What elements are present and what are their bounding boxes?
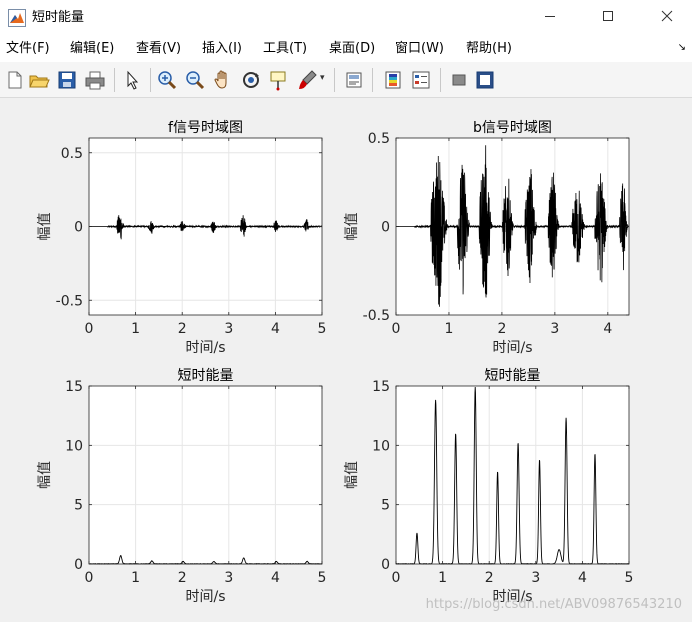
pointer-icon[interactable] (122, 69, 144, 91)
x-tick-label: 1 (131, 321, 140, 337)
x-axis-label: 时间/s (185, 340, 225, 356)
axes-title: f信号时域图 (168, 120, 243, 136)
y-axis-label: 幅值 (344, 213, 360, 241)
x-tick-label: 2 (178, 570, 187, 586)
x-tick-label: 0 (392, 570, 401, 586)
x-tick-label: 0 (85, 570, 94, 586)
print-icon[interactable] (84, 69, 106, 91)
x-tick-label: 5 (318, 570, 327, 586)
x-tick-label: 4 (271, 321, 280, 337)
axes-title: 短时能量 (178, 368, 234, 384)
axes-title: 短时能量 (485, 368, 541, 384)
x-tick-label: 4 (271, 570, 280, 586)
y-tick-label: 10 (372, 438, 390, 454)
y-axis-label: 幅值 (344, 461, 360, 489)
y-tick-label: 0.5 (368, 131, 390, 147)
watermark-text: https://blog.csdn.net/ABV09876543210 (426, 597, 682, 612)
save-icon[interactable] (56, 69, 78, 91)
zoom-out-icon[interactable] (184, 69, 206, 91)
data-cursor-icon[interactable] (268, 69, 290, 91)
title-bar: 短时能量 (0, 0, 692, 36)
axes-f-energy[interactable]: 0 1 2 3 4 5 0 5 10 15 短时能量时间/s 幅值 (37, 368, 326, 605)
y-tick-label: 10 (65, 438, 83, 454)
close-button[interactable] (644, 0, 690, 32)
menu-overflow-icon[interactable]: ↘ (678, 42, 686, 53)
plot-area (89, 386, 322, 564)
toolbar-separator (114, 68, 115, 92)
toolbar-separator (334, 68, 335, 92)
maximize-icon (603, 11, 613, 21)
legend-icon[interactable] (410, 69, 432, 91)
axes-b-energy[interactable]: 0 1 2 3 4 5051015短时能量时间/s幅值 (344, 368, 633, 605)
x-tick-label: 3 (550, 321, 559, 337)
minimize-button[interactable] (527, 0, 573, 32)
colorbar-icon[interactable] (382, 69, 404, 91)
toolbar-separator (440, 68, 441, 92)
hide-plot-tools-icon[interactable] (448, 69, 470, 91)
x-tick-label: 1 (131, 570, 140, 586)
rotate-3d-icon[interactable] (240, 69, 262, 91)
y-tick-label: 0 (74, 220, 83, 236)
axes-b-signal[interactable]: 0 1 2 3 4-0.500.5b信号时域图时间/s幅值 (344, 120, 630, 356)
y-tick-label: 0.5 (61, 146, 83, 162)
y-axis-label: 幅值 (37, 213, 53, 241)
x-tick-label: 1 (438, 570, 447, 586)
x-tick-label: 2 (485, 570, 494, 586)
x-tick-label: 1 (444, 321, 453, 337)
figure-canvas: 0 1 2 3 4 5-0.500.5f信号时域图时间/s幅值 0 1 2 3 4-0.500.5… (37, 120, 682, 612)
figure-window: 短时能量 文件(F) 编辑(E) 查看(V) 插入(I) 工具(T) 桌面(D)… (0, 0, 692, 622)
x-axis-label: 时间/s (492, 340, 532, 356)
menu-window[interactable]: 窗口(W) (395, 40, 444, 58)
x-tick-label: 0 (392, 321, 401, 337)
y-tick-label: 5 (381, 498, 390, 514)
close-icon (661, 10, 673, 22)
toolbar-separator (150, 68, 151, 92)
open-icon[interactable] (28, 69, 50, 91)
toolbar-separator (372, 68, 373, 92)
brush-icon[interactable] (296, 69, 318, 91)
axes-f-signal[interactable]: 0 1 2 3 4 5-0.500.5f信号时域图时间/s幅值 (37, 120, 326, 356)
y-tick-label: 5 (74, 498, 83, 514)
x-tick-label: 3 (531, 570, 540, 586)
minimize-icon (545, 16, 555, 17)
menu-edit[interactable]: 编辑(E) (70, 40, 114, 58)
new-figure-icon[interactable] (4, 69, 26, 91)
menu-bar: 文件(F) 编辑(E) 查看(V) 插入(I) 工具(T) 桌面(D) 窗口(W… (0, 36, 692, 62)
x-tick-label: 4 (578, 570, 587, 586)
menu-insert[interactable]: 插入(I) (202, 40, 242, 58)
menu-help[interactable]: 帮助(H) (466, 40, 512, 58)
maximize-button[interactable] (585, 0, 631, 32)
menu-tools[interactable]: 工具(T) (263, 40, 307, 58)
y-axis-label: 幅值 (37, 461, 53, 489)
y-tick-label: 0 (381, 557, 390, 573)
x-tick-label: 3 (224, 570, 233, 586)
y-tick-label: -0.5 (56, 293, 83, 309)
x-tick-label: 2 (178, 321, 187, 337)
menu-desktop[interactable]: 桌面(D) (329, 40, 375, 58)
x-tick-label: 5 (318, 321, 327, 337)
axes-title: b信号时域图 (473, 120, 552, 136)
pan-hand-icon[interactable] (212, 69, 234, 91)
menu-view[interactable]: 查看(V) (136, 40, 181, 58)
y-tick-label: 15 (372, 379, 390, 395)
brush-dropdown-icon[interactable]: ▾ (320, 73, 325, 83)
show-plot-tools-icon[interactable] (474, 69, 496, 91)
link-plot-icon[interactable] (344, 69, 366, 91)
x-tick-label: 2 (497, 321, 506, 337)
menu-file[interactable]: 文件(F) (6, 40, 50, 58)
x-tick-label: 4 (603, 321, 612, 337)
zoom-in-icon[interactable] (156, 69, 178, 91)
x-tick-label: 3 (224, 321, 233, 337)
x-tick-label: 5 (625, 570, 634, 586)
x-axis-label: 时间/s (185, 589, 225, 605)
x-tick-label: 0 (85, 321, 94, 337)
window-title: 短时能量 (32, 10, 85, 25)
y-tick-label: 0 (74, 557, 83, 573)
matlab-figure-icon (8, 9, 26, 27)
figure-toolbar: ▾ (0, 62, 692, 98)
y-tick-label: 0 (381, 220, 390, 236)
y-tick-label: -0.5 (363, 308, 390, 324)
y-tick-label: 15 (65, 379, 83, 395)
